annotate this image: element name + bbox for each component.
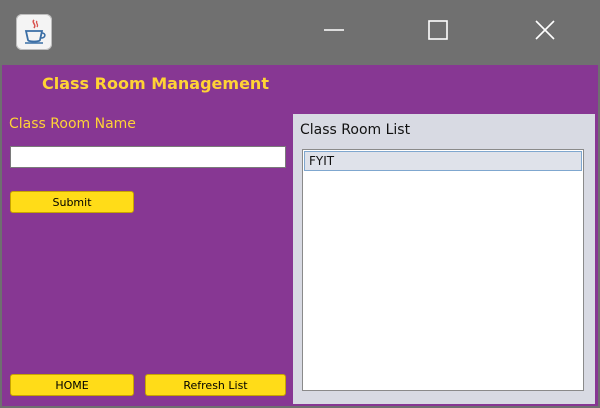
title-bar[interactable] [0,0,600,65]
home-button[interactable]: HOME [10,374,134,396]
refresh-list-button[interactable]: Refresh List [145,374,286,396]
page-title: Class Room Management [42,74,269,93]
class-room-list[interactable]: FYIT [302,149,584,391]
class-room-list-panel: Class Room List FYIT [293,114,595,404]
java-cup-icon [16,14,52,50]
minimize-icon [323,19,345,45]
close-icon [534,19,556,45]
close-button[interactable] [522,12,568,52]
maximize-icon [427,19,449,45]
maximize-button[interactable] [415,12,461,52]
main-panel: Class Room Management Class Room Name Su… [2,65,598,406]
list-item[interactable]: FYIT [304,151,582,171]
class-room-name-input[interactable] [10,146,286,168]
minimize-button[interactable] [311,12,357,52]
submit-button[interactable]: Submit [10,191,134,213]
class-room-name-label: Class Room Name [9,116,136,132]
app-window: Class Room Management Class Room Name Su… [0,0,600,408]
class-room-list-title: Class Room List [300,122,411,138]
